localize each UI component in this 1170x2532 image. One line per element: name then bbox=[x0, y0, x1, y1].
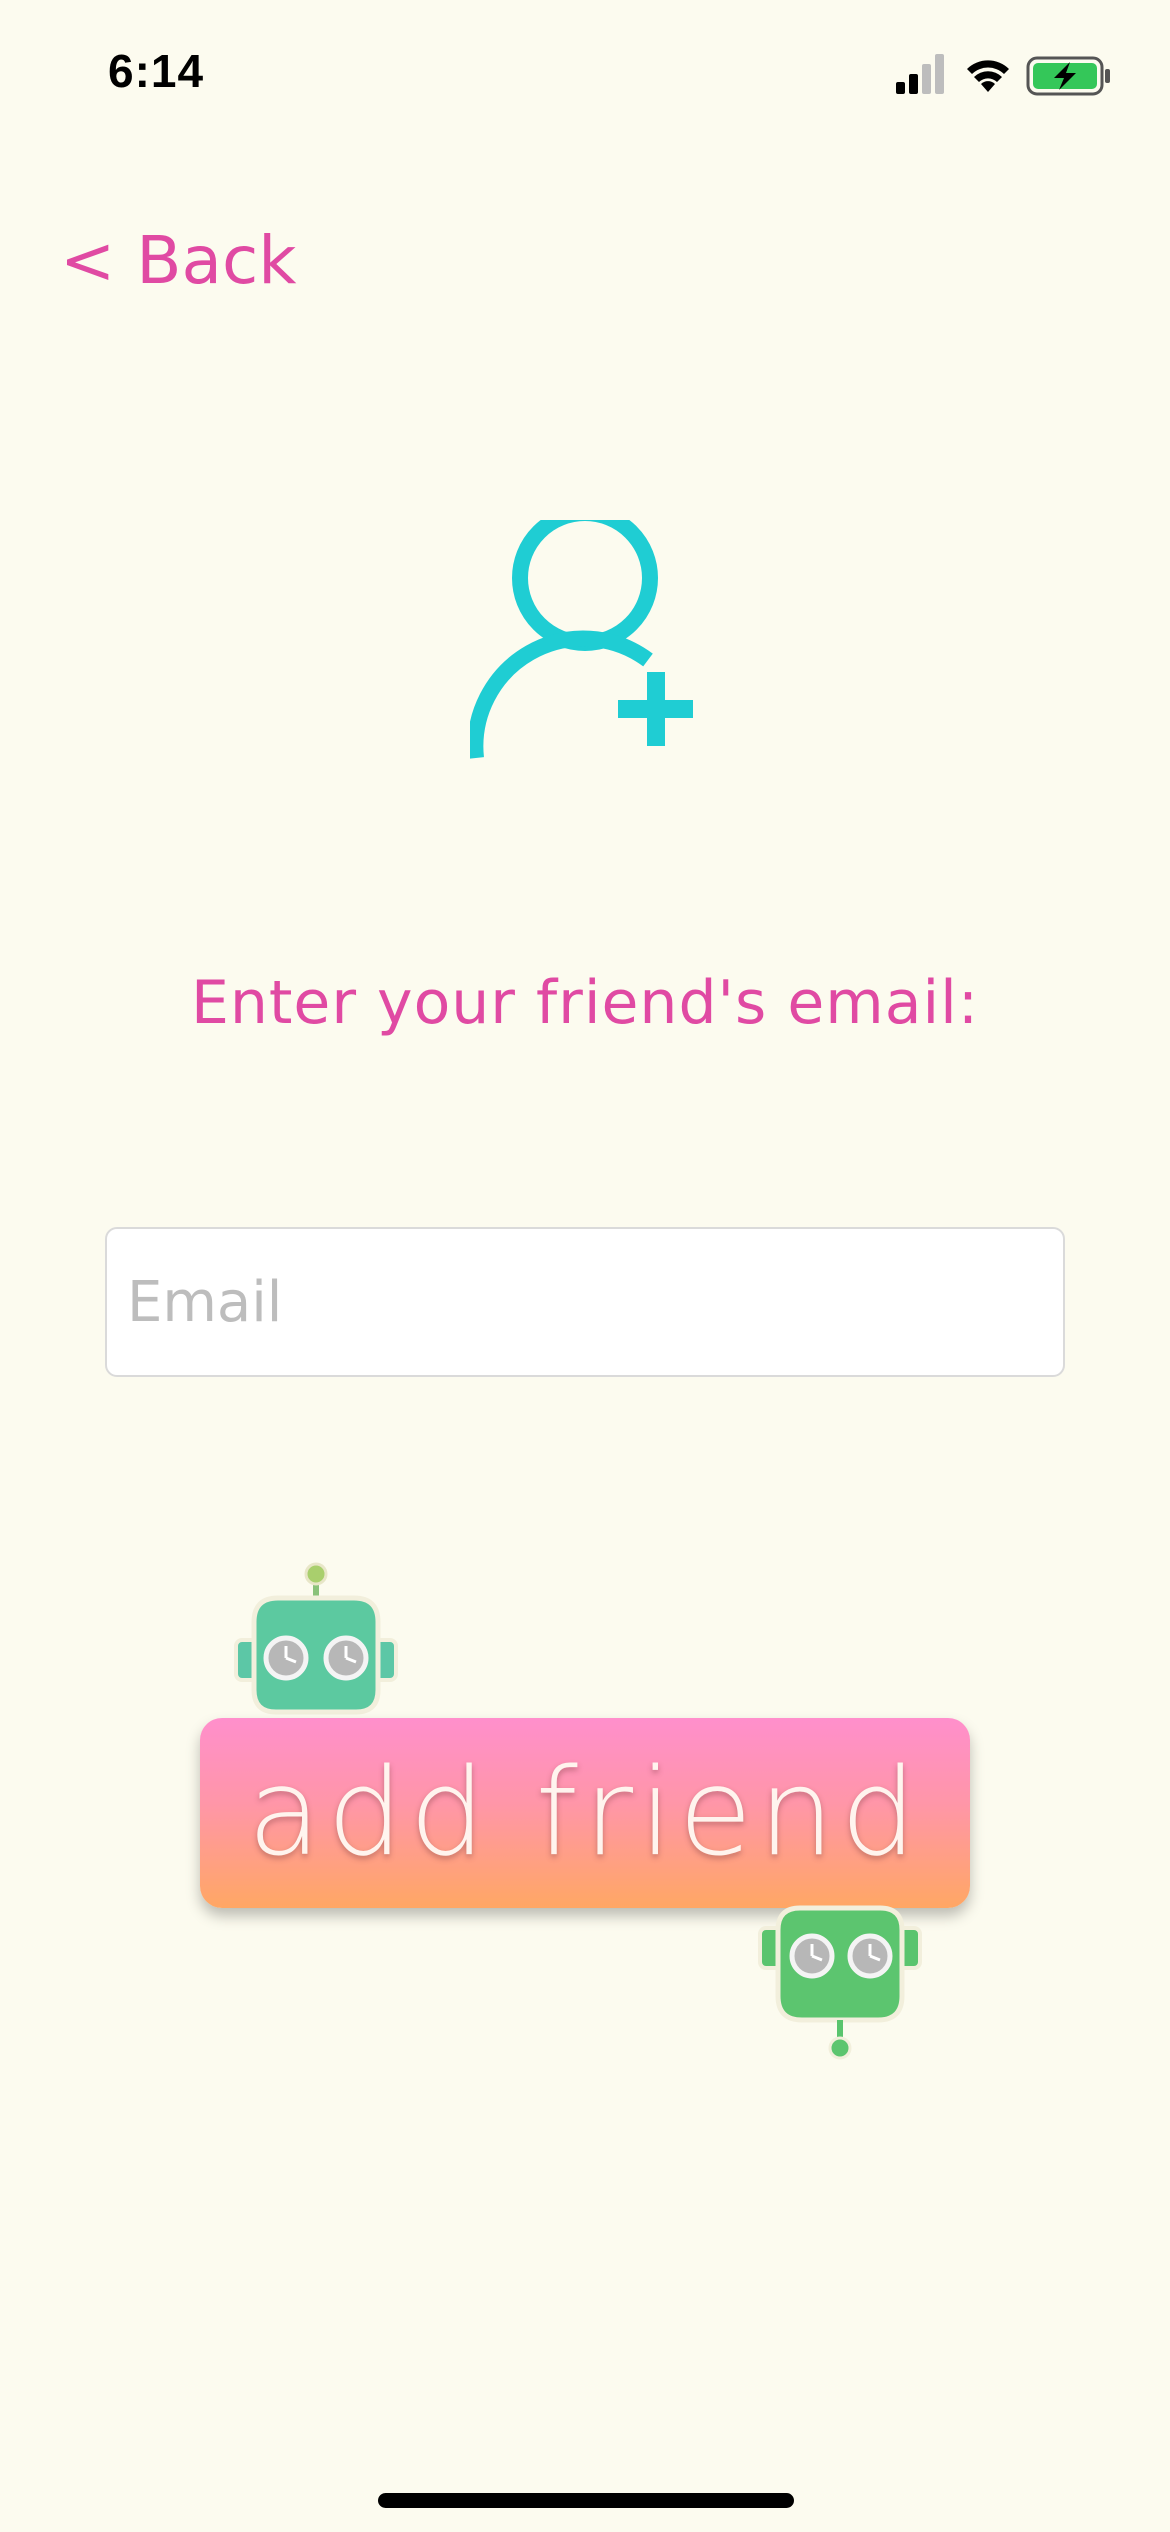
email-prompt: Enter your friend's email: bbox=[190, 968, 980, 1038]
add-friend-label: add friend bbox=[247, 1743, 923, 1883]
status-time: 6:14 bbox=[108, 45, 205, 97]
email-input[interactable] bbox=[105, 1227, 1065, 1377]
status-bar: 6:14 bbox=[0, 0, 1170, 140]
add-user-icon bbox=[470, 520, 693, 759]
status-icons bbox=[896, 54, 1110, 96]
robot-icon bbox=[758, 1905, 922, 2060]
add-friend-button[interactable]: add friend bbox=[200, 1718, 970, 1908]
robot-icon bbox=[234, 1562, 398, 1715]
battery-charging-icon bbox=[1026, 56, 1110, 96]
home-indicator[interactable] bbox=[378, 2493, 794, 2508]
cellular-signal-icon bbox=[896, 54, 944, 94]
wifi-icon bbox=[967, 60, 1009, 92]
back-button[interactable]: < Back bbox=[60, 222, 297, 299]
